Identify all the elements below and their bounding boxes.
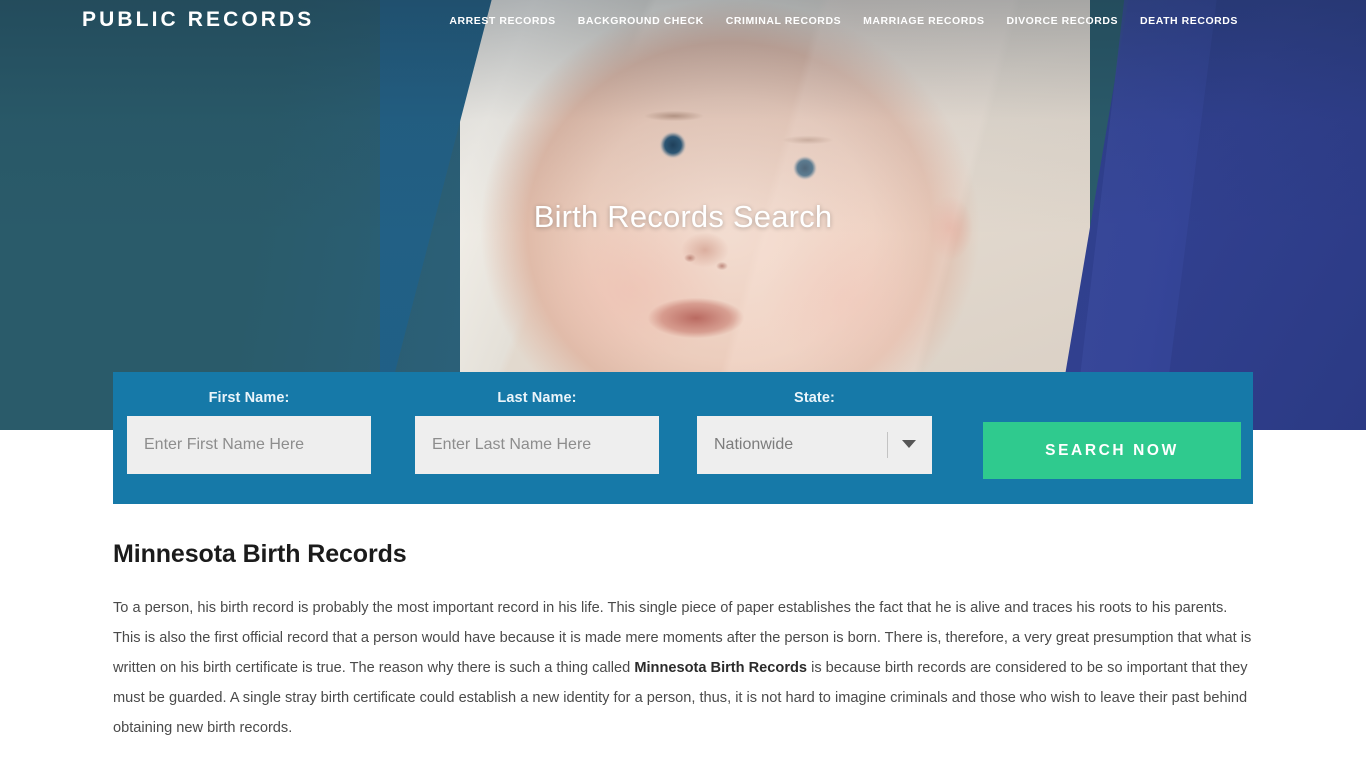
last-name-label: Last Name: [497,390,577,406]
intro-paragraph-keyword: Minnesota Birth Records [634,660,808,676]
state-select[interactable]: Nationwide [697,416,932,474]
hero-title: Birth Records Search [533,198,833,234]
nav-item-criminal-records[interactable]: CRIMINAL RECORDS [726,15,841,27]
site-logo[interactable]: PUBLIC RECORDS [82,8,314,32]
last-name-field-group: Last Name: [415,390,659,474]
state-select-divider [887,432,888,458]
state-select-value: Nationwide [714,436,794,453]
nav-item-divorce-records[interactable]: DIVORCE RECORDS [1007,15,1119,27]
page-root: Birth Records Search PUBLIC RECORDS ARRE… [0,0,1366,768]
state-field-group: State: Nationwide [697,390,932,474]
nav-item-arrest-records[interactable]: ARREST RECORDS [449,15,555,27]
page-title: Minnesota Birth Records [113,540,407,568]
first-name-field-group: First Name: [127,390,371,474]
site-header: PUBLIC RECORDS ARREST RECORDS BACKGROUND… [0,0,1366,44]
chevron-down-icon[interactable] [902,440,916,448]
search-now-button[interactable]: SEARCH NOW [983,422,1241,479]
main-navigation: ARREST RECORDS BACKGROUND CHECK CRIMINAL… [449,15,1238,27]
nav-item-marriage-records[interactable]: MARRIAGE RECORDS [863,15,984,27]
last-name-input[interactable] [415,416,659,474]
intro-paragraph: To a person, his birth record is probabl… [113,593,1255,743]
main-content: Minnesota Birth Records To a person, his… [113,540,1255,743]
search-form-panel: First Name: Last Name: State: Nationwide… [113,372,1253,504]
state-label: State: [794,390,835,406]
nav-item-death-records[interactable]: DEATH RECORDS [1140,15,1238,27]
first-name-input[interactable] [127,416,371,474]
state-select-wrapper: Nationwide [697,416,932,474]
nav-item-background-check[interactable]: BACKGROUND CHECK [578,15,704,27]
first-name-label: First Name: [208,390,290,406]
